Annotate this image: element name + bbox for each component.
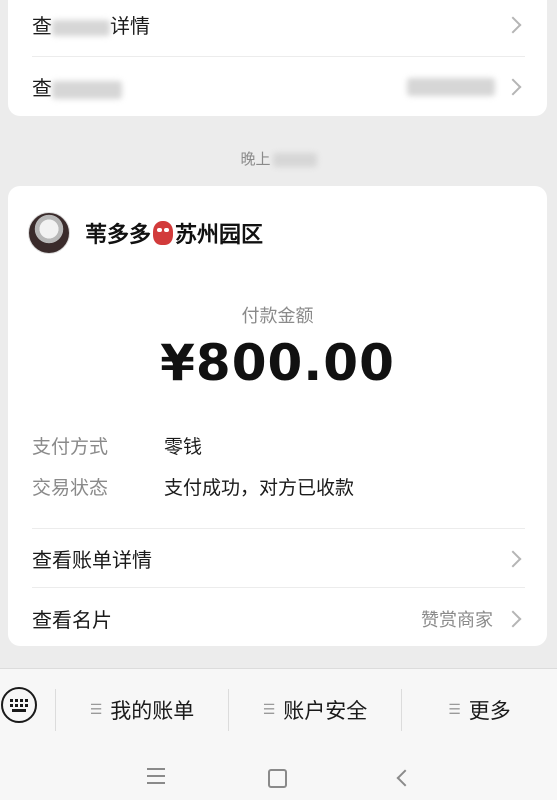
view-card-label: 查看名片 bbox=[32, 608, 112, 632]
blurred-text bbox=[52, 19, 110, 36]
payment-method-value: 零钱 bbox=[164, 436, 203, 458]
bill-detail-row[interactable]: 查看账单详情 bbox=[32, 544, 525, 573]
blurred-row-label: 查 bbox=[32, 72, 122, 101]
transaction-status-value: 支付成功，对方已收款 bbox=[164, 477, 355, 499]
view-card-row[interactable]: 查看名片 赞赏商家 bbox=[32, 604, 525, 633]
divider bbox=[32, 56, 525, 57]
chevron-right-icon bbox=[504, 78, 522, 95]
payment-amount: ¥800.00 bbox=[160, 334, 395, 392]
home-icon[interactable] bbox=[268, 769, 287, 788]
blurred-text bbox=[272, 152, 317, 167]
merchant-header[interactable]: 苇多多 苏州园区 bbox=[28, 212, 263, 254]
merchant-name: 苇多多 苏州园区 bbox=[85, 221, 264, 248]
menu-icon: ☰ bbox=[448, 702, 461, 718]
payment-card: 苇多多 苏州园区 付款金额 ¥800.00 支付方式 零钱 交易状态 支付成功，… bbox=[8, 186, 547, 646]
amount-label: 付款金额 bbox=[241, 306, 314, 327]
menu-my-bills-label: 我的账单 bbox=[110, 699, 195, 723]
keyboard-icon[interactable] bbox=[1, 687, 37, 723]
divider bbox=[32, 528, 525, 529]
blurred-text bbox=[407, 77, 495, 96]
chevron-right-icon bbox=[504, 550, 522, 567]
recent-apps-icon[interactable] bbox=[147, 768, 165, 789]
menu-my-bills[interactable]: ☰ 我的账单 bbox=[56, 669, 228, 751]
previous-transaction-card: 查详情 查 bbox=[8, 0, 547, 116]
payment-method-row: 支付方式 零钱 bbox=[32, 432, 202, 459]
menu-icon: ☰ bbox=[89, 702, 103, 718]
menu-account-security-label: 账户安全 bbox=[283, 699, 368, 723]
transaction-status-label: 交易状态 bbox=[32, 477, 109, 499]
menu-icon: ☰ bbox=[262, 702, 276, 718]
system-nav-bar bbox=[0, 751, 557, 800]
payment-method-label: 支付方式 bbox=[32, 436, 109, 458]
mask-emoji-icon bbox=[153, 221, 174, 245]
chevron-right-icon bbox=[504, 16, 522, 33]
view-card-row-blurred[interactable]: 查 bbox=[32, 72, 525, 101]
menu-account-security[interactable]: ☰ 账户安全 bbox=[229, 669, 401, 751]
avatar[interactable] bbox=[28, 212, 70, 254]
menu-more[interactable]: ☰ 更多 bbox=[402, 669, 557, 751]
view-detail-row[interactable]: 查详情 bbox=[32, 10, 525, 39]
reward-merchant-link[interactable]: 赞赏商家 bbox=[421, 606, 493, 632]
timestamp: 晚上 bbox=[0, 148, 557, 169]
view-detail-label: 查详情 bbox=[32, 14, 150, 38]
transaction-status-row: 交易状态 支付成功，对方已收款 bbox=[32, 473, 354, 500]
chevron-right-icon bbox=[504, 610, 522, 627]
blurred-text bbox=[52, 80, 122, 99]
back-icon[interactable] bbox=[396, 769, 414, 787]
bottom-menu-bar: ☰ 我的账单 ☰ 账户安全 ☰ 更多 bbox=[0, 668, 557, 751]
bill-detail-label: 查看账单详情 bbox=[32, 548, 152, 572]
divider bbox=[32, 587, 525, 588]
menu-more-label: 更多 bbox=[468, 699, 511, 723]
